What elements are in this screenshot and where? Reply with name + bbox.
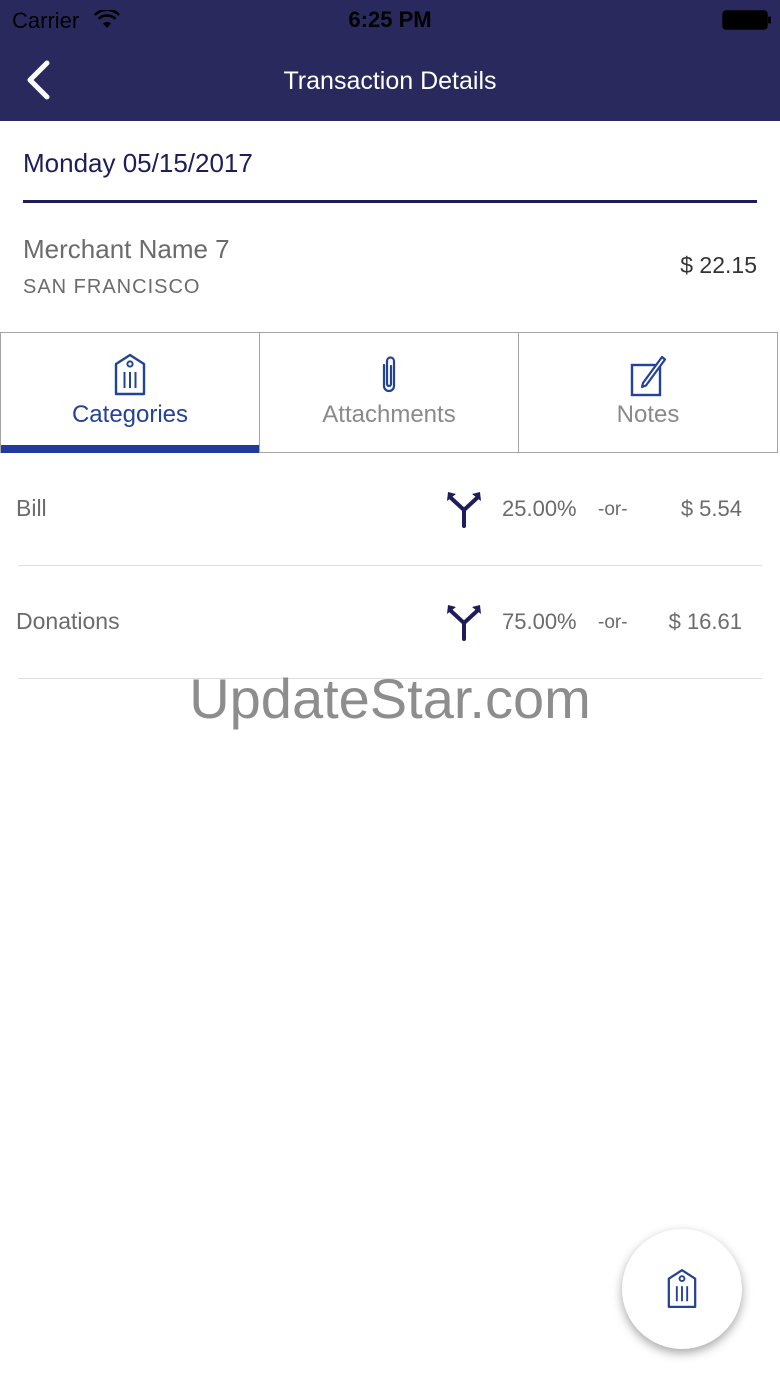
tag-icon [666, 1268, 698, 1310]
merchant-name: Merchant Name 7 [23, 234, 230, 265]
nav-bar: Transaction Details [0, 40, 780, 121]
category-percent: 75.00% [502, 609, 577, 635]
category-amount: $ 16.61 [669, 609, 742, 635]
category-name: Donations [16, 608, 120, 635]
tab-attachments[interactable]: Attachments [259, 332, 519, 453]
add-category-button[interactable] [622, 1229, 742, 1349]
tab-categories[interactable]: Categories [0, 332, 260, 453]
battery-icon [722, 10, 772, 30]
tab-label: Categories [1, 401, 259, 429]
edit-note-icon [519, 353, 777, 399]
split-icon[interactable] [446, 603, 482, 641]
page-title: Transaction Details [0, 67, 780, 96]
category-row[interactable]: Donations 75.00% -or- $ 16.61 [18, 566, 762, 679]
or-label: -or- [598, 499, 628, 521]
tab-notes[interactable]: Notes [518, 332, 778, 453]
transaction-date-row: Monday 05/15/2017 [23, 121, 757, 203]
merchant-city: SAN FRANCISCO [23, 276, 200, 299]
split-icon[interactable] [446, 490, 482, 528]
merchant-row: Merchant Name 7 SAN FRANCISCO $ 22.15 [23, 203, 757, 333]
or-label: -or- [598, 612, 628, 634]
paperclip-icon [260, 353, 518, 399]
tag-icon [1, 353, 259, 399]
category-name: Bill [16, 495, 47, 522]
tab-label: Attachments [260, 401, 518, 429]
transaction-date: Monday 05/15/2017 [23, 148, 253, 179]
transaction-details-screen: Carrier 6:25 PM Transaction Details Mond… [0, 0, 780, 1387]
category-list: Bill 25.00% -or- $ 5.54 Donations 75.00%… [0, 453, 780, 679]
header: Carrier 6:25 PM Transaction Details [0, 0, 780, 121]
active-tab-indicator [1, 445, 261, 453]
detail-tabs: Categories Attachments Notes [0, 332, 780, 453]
watermark: UpdateStar.com [0, 666, 780, 731]
status-bar: Carrier 6:25 PM [0, 0, 780, 40]
category-percent: 25.00% [502, 496, 577, 522]
transaction-amount: $ 22.15 [680, 252, 757, 279]
category-row[interactable]: Bill 25.00% -or- $ 5.54 [18, 453, 762, 566]
status-time: 6:25 PM [0, 7, 780, 33]
category-amount: $ 5.54 [681, 496, 742, 522]
tab-label: Notes [519, 401, 777, 429]
